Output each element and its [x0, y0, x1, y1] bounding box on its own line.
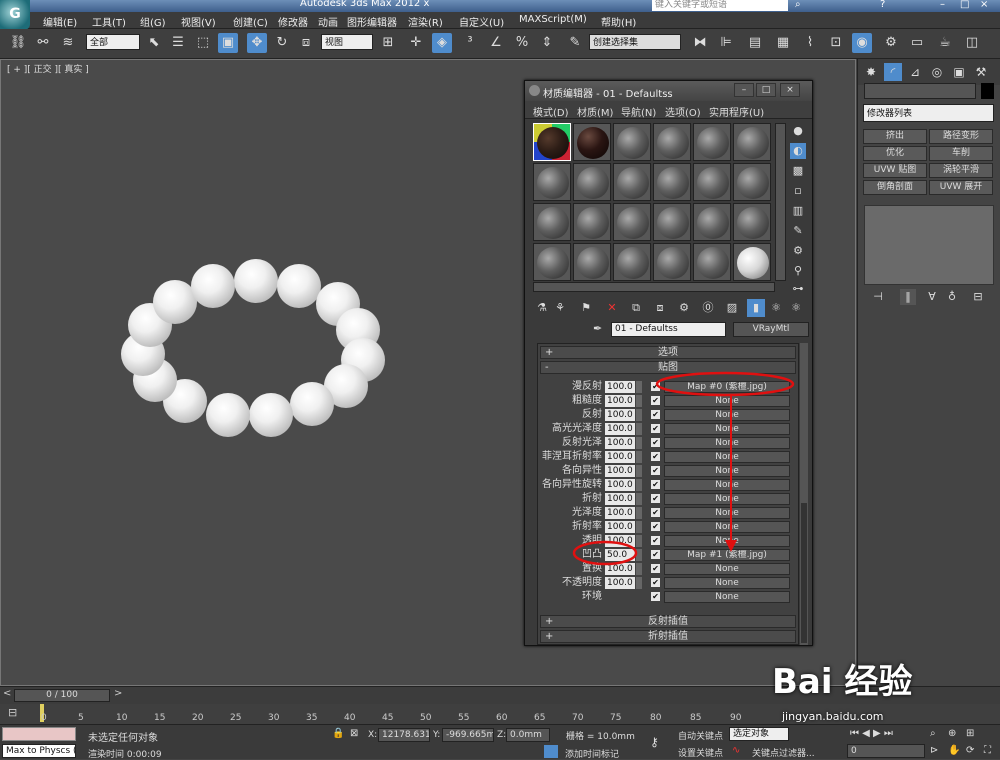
grid-size-text: 栅格 = 10.0mm: [566, 732, 635, 742]
time-tag-icon[interactable]: [544, 745, 558, 758]
lock-selection-icon[interactable]: 🔒: [332, 728, 344, 739]
add-time-tag-button[interactable]: 添加时间标记: [565, 747, 619, 760]
current-frame-field[interactable]: 0: [847, 744, 925, 758]
time-slider[interactable]: 0 / 100: [14, 689, 110, 702]
selection-status-text: 未选定任何对象: [88, 733, 158, 744]
maxscript-listener-input[interactable]: Max to Physcs (: [2, 744, 76, 758]
time-prev-icon[interactable]: <: [3, 688, 11, 699]
time-next-icon[interactable]: >: [114, 688, 122, 699]
maxscript-mini-listener[interactable]: [2, 727, 76, 741]
orbit-icon[interactable]: ⟳: [966, 745, 974, 756]
key-icon[interactable]: ⚷: [650, 735, 659, 749]
annotation-arrow-head: [725, 540, 737, 552]
zoom-icon[interactable]: ⌕: [930, 728, 936, 739]
mini-curve-editor-icon[interactable]: ⊟: [8, 706, 17, 719]
zoom-all-icon[interactable]: ⊕: [948, 728, 956, 739]
playback-controls[interactable]: ⏮ ◀ ▶ ⏭: [850, 728, 893, 739]
field-of-view-icon[interactable]: ⊳: [930, 745, 938, 756]
key-curve-icon: ∿: [732, 745, 741, 756]
auto-key-button[interactable]: 自动关键点: [678, 729, 723, 742]
annotation-overlay: [572, 371, 795, 566]
key-filters-button[interactable]: 关键点过滤器...: [752, 746, 815, 759]
render-time-text: 渲染时间 0:00:09: [88, 750, 162, 760]
annotation-ellipse-bump: [572, 540, 638, 566]
y-coordinate-field[interactable]: -969.665m: [442, 728, 494, 742]
baidu-watermark-url: jingyan.baidu.com: [782, 710, 884, 723]
baidu-watermark: Bai 经验: [772, 662, 913, 702]
key-mode-dropdown[interactable]: 选定对象: [729, 727, 789, 741]
absolute-mode-icon[interactable]: ⊠: [350, 728, 358, 739]
pan-icon[interactable]: ✋: [948, 745, 960, 756]
annotation-ellipse-diffuse: [655, 371, 795, 397]
zoom-extents-icon[interactable]: ⊞: [966, 728, 974, 739]
z-coordinate-field[interactable]: 0.0mm: [506, 728, 550, 742]
maximize-viewport-icon[interactable]: ⛶: [984, 745, 991, 756]
x-coordinate-field[interactable]: 12178.631: [378, 728, 430, 742]
status-bar: Max to Physcs ( 未选定任何对象 渲染时间 0:00:09 🔒 ⊠…: [0, 724, 1000, 760]
set-key-button[interactable]: 设置关键点: [678, 746, 723, 759]
